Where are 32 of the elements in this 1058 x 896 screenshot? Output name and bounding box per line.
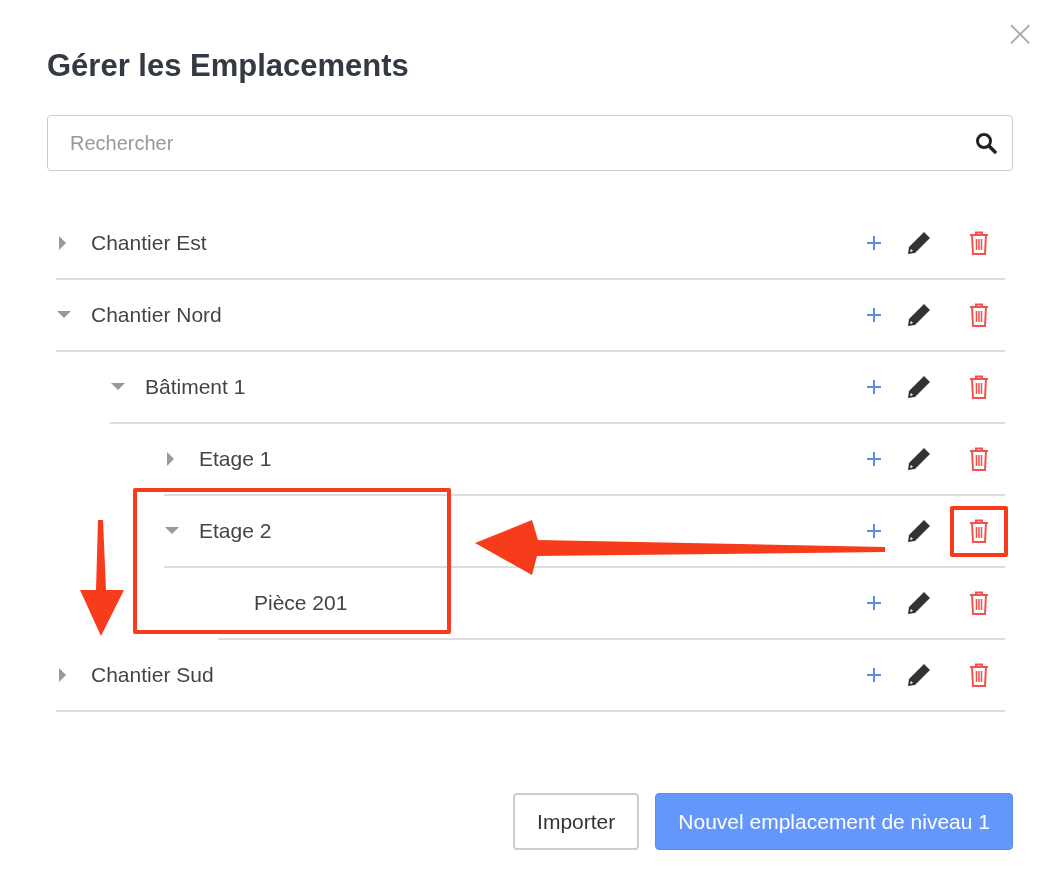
location-name[interactable]: Etage 2 — [199, 519, 272, 543]
pencil-icon[interactable] — [906, 662, 932, 688]
add-icon[interactable] — [866, 235, 882, 251]
location-name[interactable]: Bâtiment 1 — [145, 375, 246, 399]
location-name[interactable]: Chantier Nord — [91, 303, 222, 327]
location-name[interactable]: Pièce 201 — [254, 591, 348, 615]
add-icon[interactable] — [866, 523, 882, 539]
trash-icon[interactable] — [969, 519, 989, 543]
trash-icon[interactable] — [969, 231, 989, 255]
location-name[interactable]: Etage 1 — [199, 447, 272, 471]
pencil-icon[interactable] — [906, 230, 932, 256]
trash-icon[interactable] — [969, 303, 989, 327]
trash-icon[interactable] — [969, 591, 989, 615]
pencil-icon[interactable] — [906, 302, 932, 328]
location-name[interactable]: Chantier Sud — [91, 663, 214, 687]
pencil-icon[interactable] — [906, 590, 932, 616]
trash-icon[interactable] — [969, 663, 989, 687]
trash-icon[interactable] — [969, 447, 989, 471]
location-name[interactable]: Chantier Est — [91, 231, 207, 255]
trash-icon[interactable] — [969, 375, 989, 399]
pencil-icon[interactable] — [906, 446, 932, 472]
pencil-icon[interactable] — [906, 518, 932, 544]
add-icon[interactable] — [866, 379, 882, 395]
add-icon[interactable] — [866, 451, 882, 467]
dialog-title: Gérer les Emplacements — [47, 47, 410, 85]
import-button[interactable]: Importer — [513, 793, 640, 850]
search-icon[interactable] — [975, 132, 997, 154]
search-field[interactable]: Rechercher — [47, 115, 1013, 171]
pencil-icon[interactable] — [906, 374, 932, 400]
add-icon[interactable] — [866, 307, 882, 323]
add-icon[interactable] — [866, 595, 882, 611]
add-icon[interactable] — [866, 667, 882, 683]
